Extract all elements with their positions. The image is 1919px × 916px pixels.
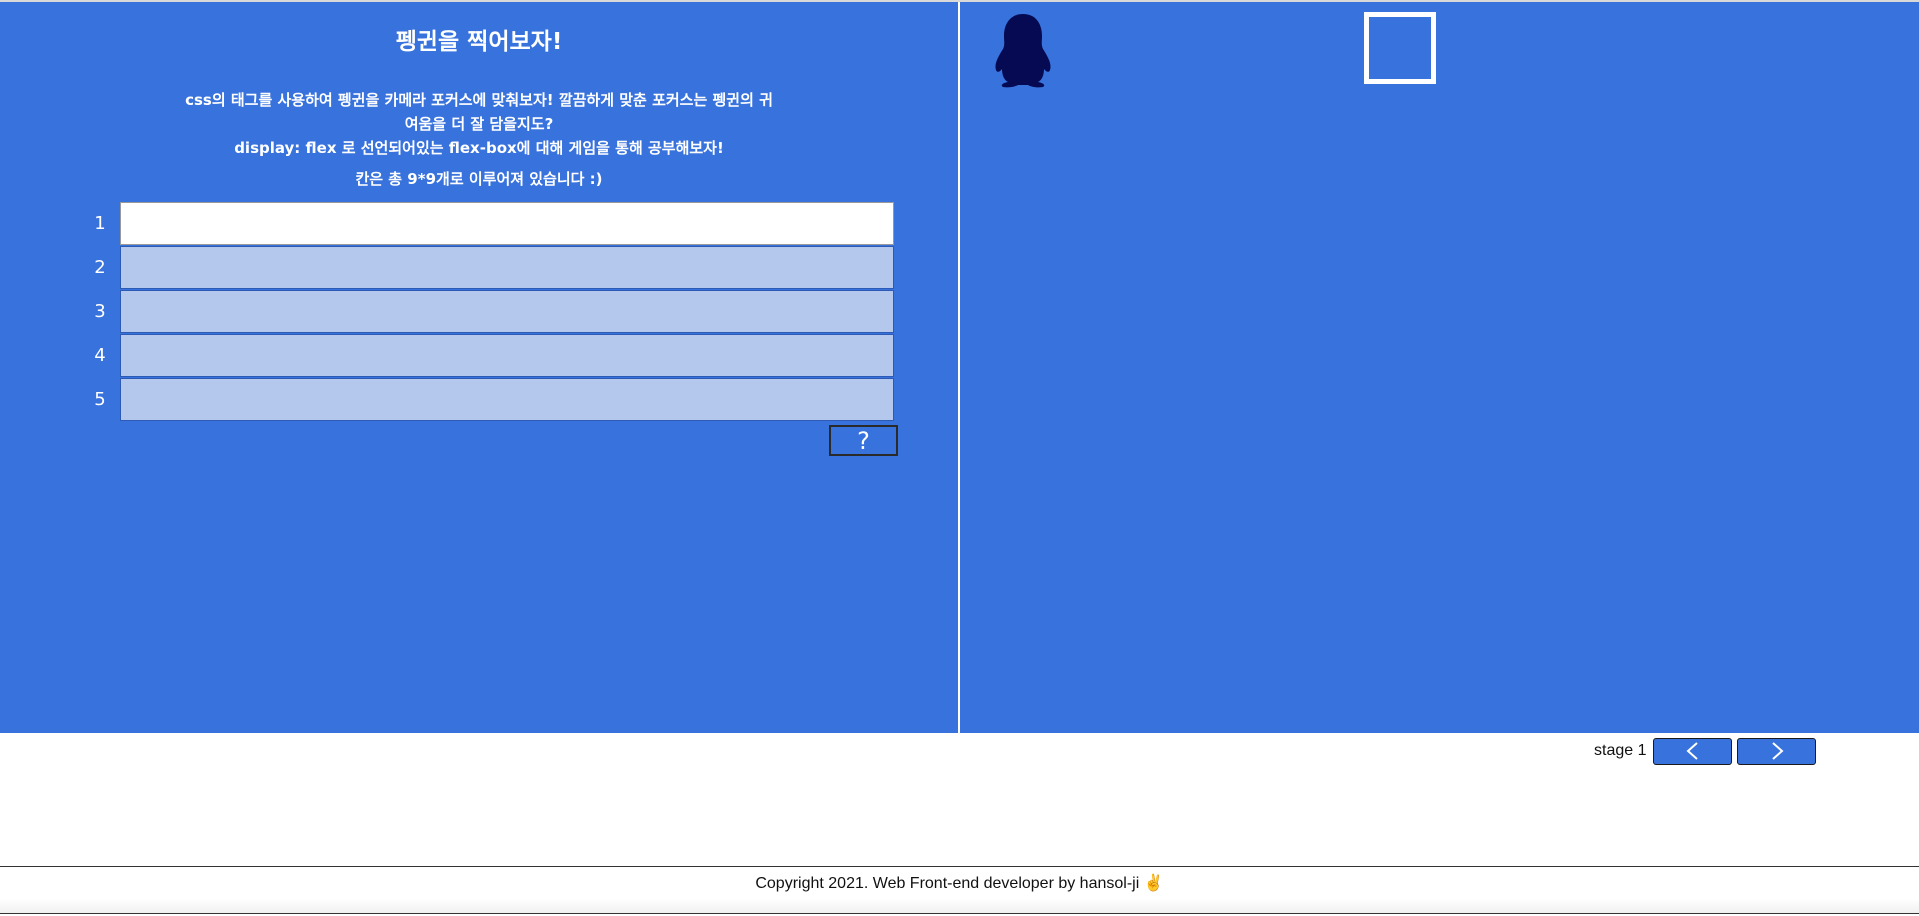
line-number: 5 [94,388,106,410]
description-line-1: css의 태그를 사용하여 펭귄을 카메라 포커스에 맞춰보자! 깔끔하게 맞춘… [185,91,773,109]
prev-stage-button[interactable] [1653,737,1733,765]
copyright-text: Copyright 2021. Web Front-end developer … [755,875,1164,892]
line-number: 1 [94,212,106,234]
css-input-line-4[interactable] [120,333,894,377]
line-number: 3 [94,300,106,322]
css-input-line-5[interactable] [120,377,894,421]
app-root: 펭귄을 찍어보자! css의 태그를 사용하여 펭귄을 카메라 포커스에 맞춰보… [0,0,1919,916]
stage-navigation: stage 1 [1594,736,1821,766]
description-line-2: 여움을 더 잘 담을지도? [404,115,554,133]
chevron-left-icon [1686,742,1698,760]
game-description: css의 태그를 사용하여 펭귄을 카메라 포커스에 맞춰보자! 깔끔하게 맞춘… [179,88,779,160]
camera-focus-frame [1364,12,1436,84]
penguin-icon [995,14,1051,88]
code-line-2: 2 [80,245,894,289]
help-button[interactable]: ? [829,425,898,456]
code-line-1: 1 [80,201,894,245]
css-input-line-3[interactable] [120,289,894,333]
game-area: 펭귄을 찍어보자! css의 태그를 사용하여 펭귄을 카메라 포커스에 맞춰보… [0,0,1919,733]
code-line-3: 3 [80,289,894,333]
code-line-5: 5 [80,377,894,421]
line-number: 4 [94,344,106,366]
chevron-right-icon [1772,742,1784,760]
code-editor: 1 2 3 4 5 [80,201,894,421]
next-stage-button[interactable] [1737,737,1817,765]
editor-panel: 펭귄을 찍어보자! css의 태그를 사용하여 펭귄을 카메라 포커스에 맞춰보… [0,2,958,733]
description-line-3: display: flex 로 선언되어있는 flex-box에 대해 게임을 … [234,139,724,157]
css-input-line-2[interactable] [120,245,894,289]
line-number: 2 [94,256,106,278]
grid-size-note: 칸은 총 9*9개로 이루어져 있습니다 :) [355,170,603,188]
stage-label: stage 1 [1594,742,1647,759]
footer: Copyright 2021. Web Front-end developer … [0,866,1919,914]
game-board [960,2,1919,733]
css-input-line-1[interactable] [120,201,894,245]
code-line-4: 4 [80,333,894,377]
page-title: 펭귄을 찍어보자! [395,29,563,55]
